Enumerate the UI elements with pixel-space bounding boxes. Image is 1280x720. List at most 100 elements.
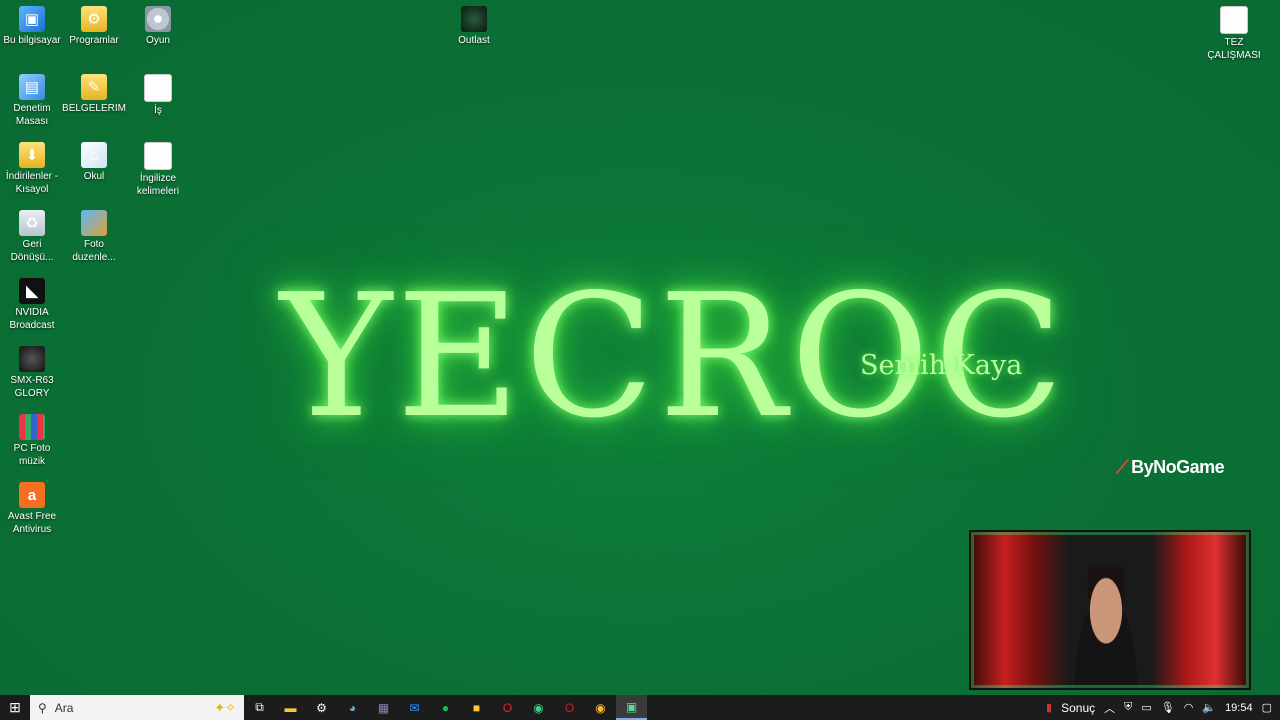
desktop-icon-ingilizce[interactable]: ▪ İngilizce kelimeleri [126,138,190,198]
desktop-icon-label: PC Foto müzik [13,443,51,467]
active-app-button[interactable]: ▣ [616,695,647,720]
desktop-icon-label: Foto duzenle... [72,239,116,263]
active-app-icon: ▣ [625,699,638,714]
desktop-icon-denetim-masasi[interactable]: ▤ Denetim Masası [0,70,64,128]
desktop: ▣ Bu bilgisayar ⚙ Programlar Oyun Outlas… [0,0,1280,695]
opera-icon: O [502,700,513,715]
mouse-icon [19,346,45,372]
taskbar: ⊞ ⚲ Ara ✦✧ ⧉ ▬ ⚙ ◕ ▦ ✉ ● ■ O ◉ O ◉ ▣ ▮ S… [0,695,1280,720]
wallpaper-signature: Semih Kaya [860,350,1023,381]
desktop-icon-okul[interactable]: ⌂ Okul [62,138,126,183]
desktop-icon-label: NVIDIA Broadcast [9,307,55,331]
opera-gx-icon: O [564,700,575,715]
document-icon: ▪ [144,74,172,102]
chrome-canary-icon: ◉ [595,700,606,715]
desktop-icon-label: İndirilenler - Kısayol [5,171,59,195]
desktop-icon-programlar[interactable]: ⚙ Programlar [62,2,126,47]
avast-icon: a [19,482,45,508]
search-highlight-icon: ✦✧ [214,699,236,715]
spotify-button[interactable]: ● [430,695,461,720]
bynogame-watermark: ⟋ ByNoGame [1116,457,1225,478]
desktop-icon-label: İngilizce kelimeleri [136,173,180,197]
nvidia-icon: ◣ [19,278,45,304]
photo-grid-icon [19,414,45,440]
desktop-icon-pc-foto-muzik[interactable]: PC Foto müzik [0,410,64,468]
opera-button[interactable]: O [492,695,523,720]
app-icon: ▦ [377,700,390,715]
document-icon: ▪ [144,142,172,170]
chrome-canary-button[interactable]: ◉ [585,695,616,720]
spotify-icon: ● [441,700,450,715]
desktop-icon-is[interactable]: ▪ İş [126,70,190,117]
taskbar-search-box[interactable]: ⚲ Ara ✦✧ [30,695,244,720]
file-explorer-button[interactable]: ▬ [275,695,306,720]
settings-icon: ⚙ [316,700,327,715]
photo-editor-icon [81,210,107,236]
sticky-notes-icon: ■ [472,700,481,715]
search-icon: ⚲ [38,700,47,715]
desktop-icon-outlast[interactable]: Outlast [442,2,506,47]
mail-button[interactable]: ✉ [399,695,430,720]
desktop-icon-foto-duzenle[interactable]: Foto duzenle... [62,206,126,264]
webcam-overlay [969,530,1251,690]
desktop-icon-label: Oyun [146,35,170,46]
desktop-icon-label: Geri Dönüşü... [10,239,54,263]
desktop-icon-label: Avast Free Antivirus [7,511,57,535]
file-explorer-icon: ▬ [284,700,297,715]
disc-icon [145,6,171,32]
clock[interactable]: 19:54 [1225,702,1253,714]
task-view-button[interactable]: ⧉ [244,695,275,720]
wifi-icon[interactable]: ◠ [1184,701,1194,714]
task-view-icon: ⧉ [255,700,264,714]
start-button[interactable]: ⊞ [0,695,30,720]
programs-folder-icon: ⚙ [81,6,107,32]
volume-icon[interactable]: 🔈 [1202,701,1216,714]
system-tray: ▮ Sonuç ︿ ⛨ ▭ 🎙 ◠ 🔈 19:54 ▢ [1046,700,1280,716]
chevron-up-icon[interactable]: ︿ [1104,700,1115,716]
mail-icon: ✉ [409,700,420,715]
desktop-icon-this-pc[interactable]: ▣ Bu bilgisayar [0,2,64,47]
desktop-icon-label: Programlar [69,35,119,46]
settings-button[interactable]: ⚙ [306,695,337,720]
downloads-shortcut-icon: ⬇ [19,142,45,168]
desktop-icon-label: BELGELERIM [62,103,126,114]
security-icon[interactable]: ⛨ [1124,701,1132,714]
opera-gx-button[interactable]: O [554,695,585,720]
outlast-game-icon [461,6,487,32]
chrome-icon: ◉ [533,700,544,715]
document-icon: ▪ [1220,6,1248,34]
copilot-button[interactable]: ◕ [337,695,368,720]
notification-icon[interactable]: ▢ [1262,701,1272,714]
tray-widget-label[interactable]: Sonuç [1061,701,1095,715]
battery-icon[interactable]: ▭ [1141,701,1151,714]
desktop-icon-label: TEZ ÇALIŞMASI [1207,37,1261,61]
desktop-icon-smx-r63[interactable]: SMX-R63 GLORY [0,342,64,400]
desktop-icon-oyun[interactable]: Oyun [126,2,190,47]
bynogame-logo-icon: ⟋ [1116,457,1129,477]
desktop-icon-label: Denetim Masası [13,103,51,127]
desktop-icon-recycle-bin[interactable]: ♻ Geri Dönüşü... [0,206,64,264]
control-panel-icon: ▤ [19,74,45,100]
app-button[interactable]: ▦ [368,695,399,720]
desktop-icon-avast[interactable]: a Avast Free Antivirus [0,478,64,536]
desktop-icon-label: Okul [83,171,105,182]
desktop-icon-belgelerim[interactable]: ✎ BELGELERIM [62,70,126,115]
sticky-notes-button[interactable]: ■ [461,695,492,720]
chrome-button[interactable]: ◉ [523,695,554,720]
desktop-icon-label: Outlast [458,35,490,46]
desktop-icon-indirilenler[interactable]: ⬇ İndirilenler - Kısayol [0,138,64,196]
desktop-icon-label: Bu bilgisayar [3,35,61,46]
recycle-bin-icon: ♻ [19,210,45,236]
computer-icon: ▣ [19,6,45,32]
windows-logo-icon: ⊞ [9,699,21,715]
webcam-frame [971,532,1249,688]
documents-folder-icon: ✎ [81,74,107,100]
microphone-icon[interactable]: 🎙 [1161,701,1175,714]
desktop-icon-nvidia-broadcast[interactable]: ◣ NVIDIA Broadcast [0,274,64,332]
search-placeholder: Ara [54,700,74,715]
home-folder-icon: ⌂ [81,142,107,168]
bynogame-text: ByNoGame [1131,457,1225,477]
desktop-icon-tez-calismasi[interactable]: ▪ TEZ ÇALIŞMASI [1202,2,1266,62]
nba-icon[interactable]: ▮ [1046,701,1052,714]
copilot-icon: ◕ [348,700,357,715]
